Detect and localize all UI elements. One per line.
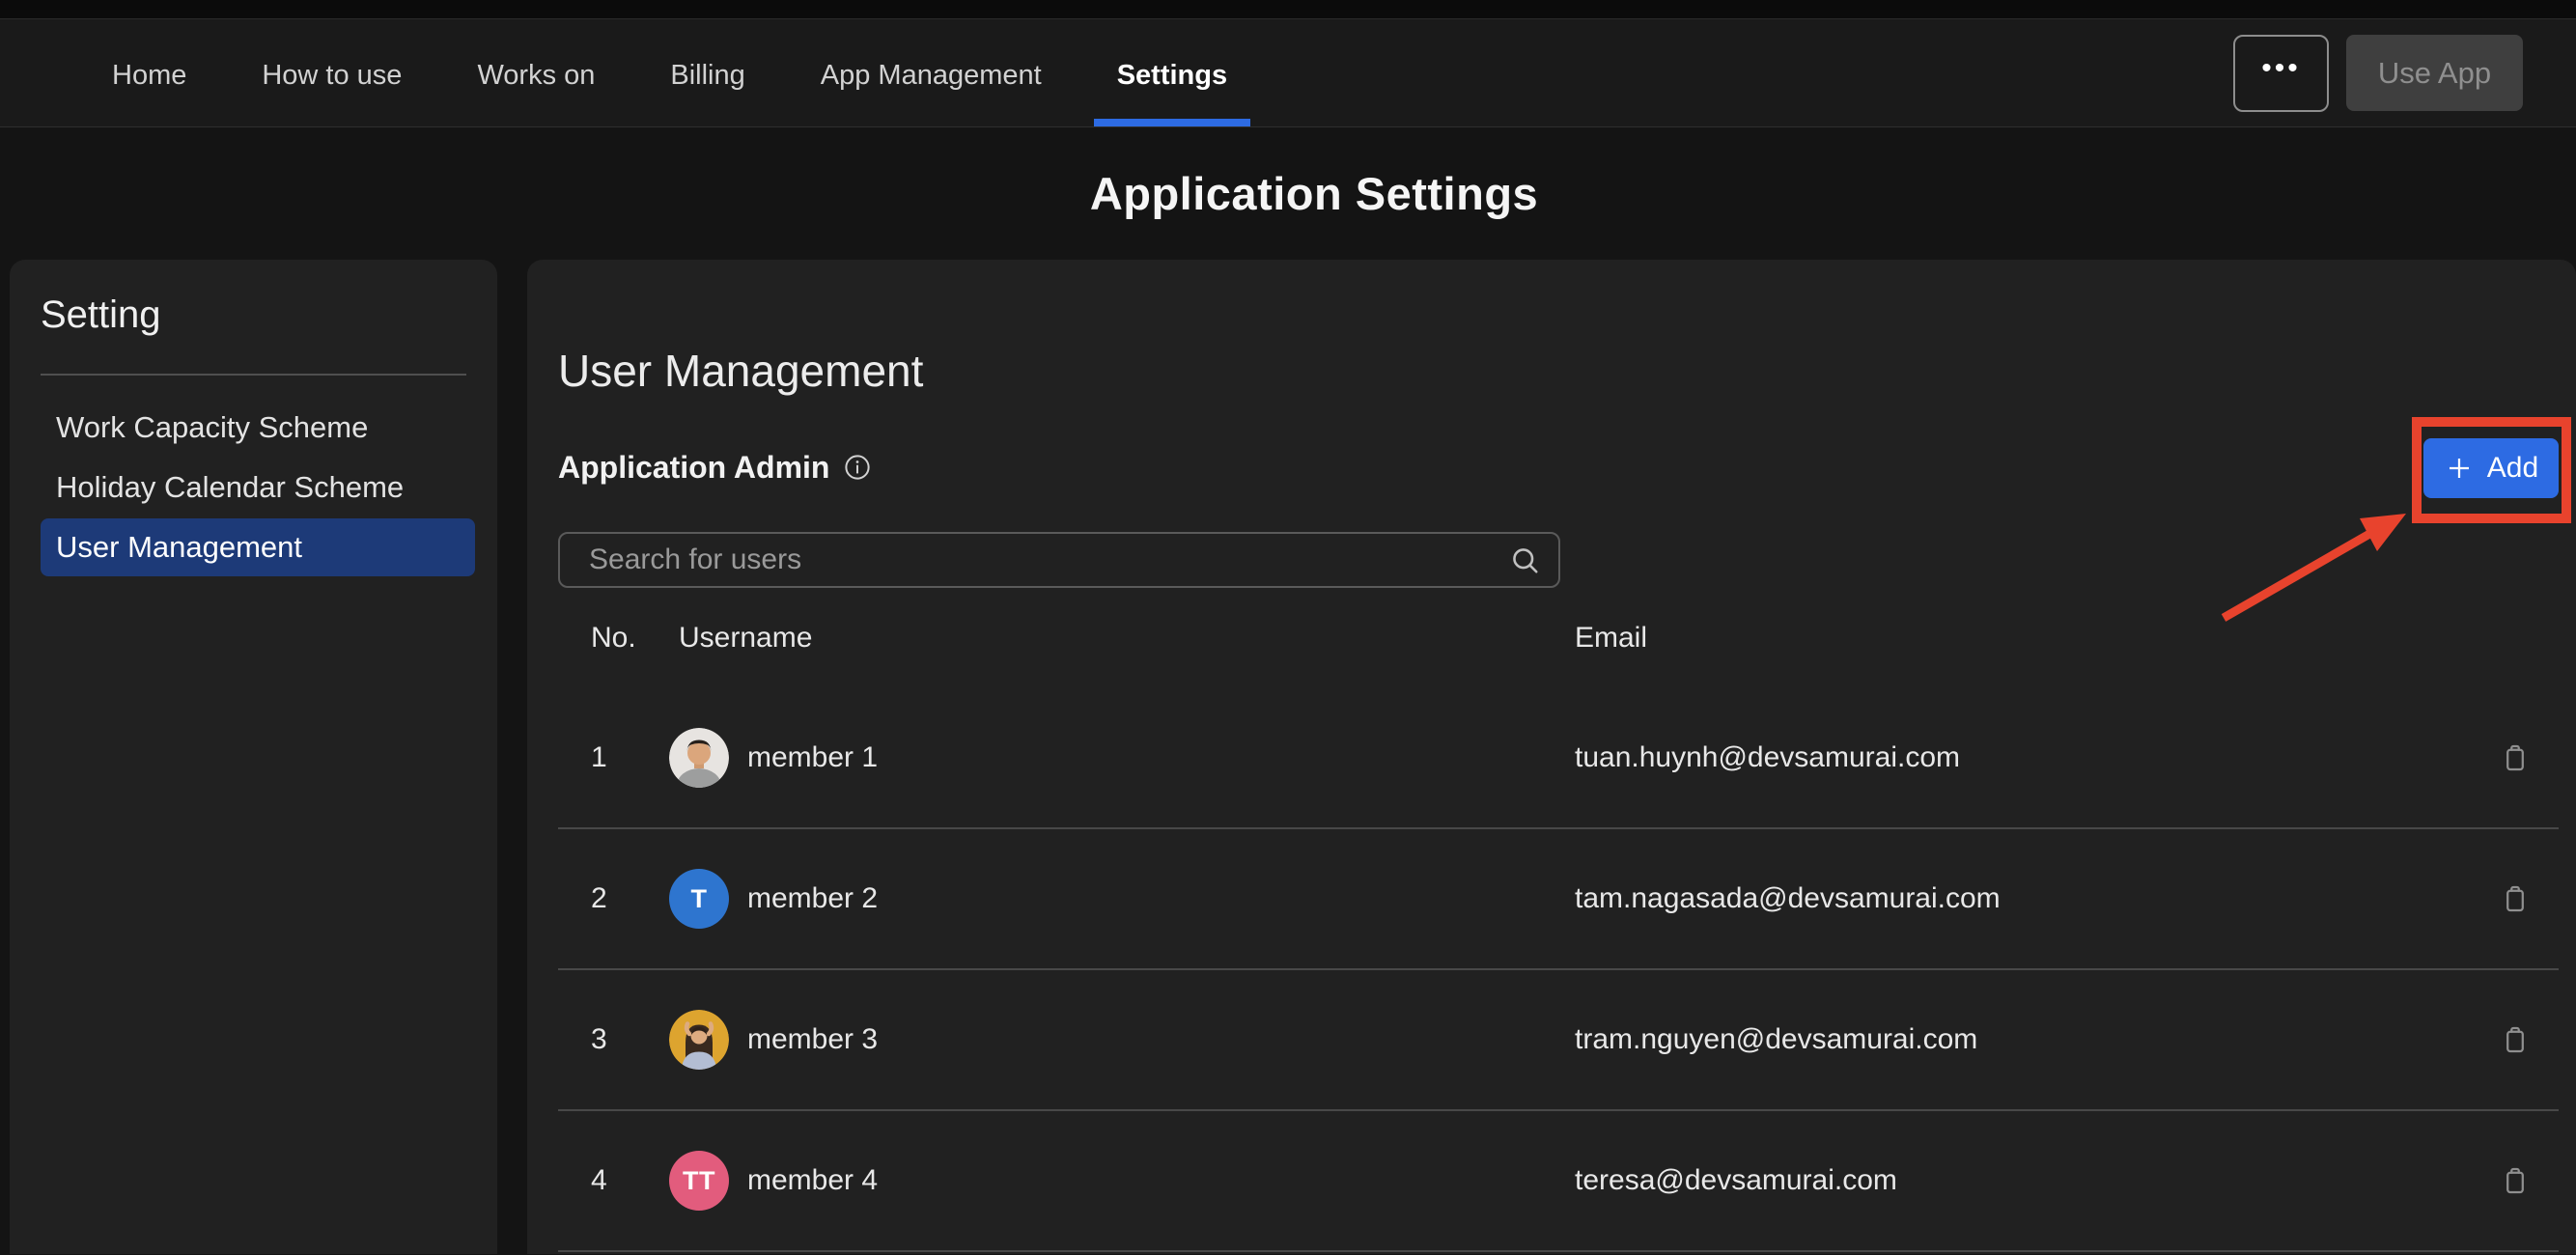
sidebar-item-label: User Management <box>56 530 302 565</box>
user-avatar <box>669 1010 729 1070</box>
nav-tab[interactable]: Works on <box>454 19 618 126</box>
user-management-panel: User Management Application Admin Add <box>527 260 2576 1254</box>
nav-tab[interactable]: Home <box>89 19 210 126</box>
row-number: 2 <box>558 882 669 915</box>
username-label: member 2 <box>747 882 878 915</box>
email-cell: teresa@devsamurai.com <box>1572 1164 2472 1197</box>
delete-user-button[interactable] <box>2494 878 2536 920</box>
row-number: 4 <box>558 1164 669 1197</box>
delete-user-button[interactable] <box>2494 737 2536 779</box>
admin-users-table: No. Username Email 1 <box>558 588 2559 1252</box>
search-input[interactable] <box>560 544 1558 576</box>
sidebar-item[interactable]: Holiday Calendar Scheme <box>41 459 475 516</box>
table-row: 4 TT member 4 teresa@devsamurai.com <box>558 1111 2559 1252</box>
page-title: Application Settings <box>1090 167 1538 220</box>
add-user-button[interactable]: Add <box>2423 438 2559 498</box>
email-cell: tam.nagasada@devsamurai.com <box>1572 882 2472 915</box>
nav-tab[interactable]: Billing <box>647 19 768 126</box>
row-actions-cell <box>2472 737 2559 779</box>
table-row: 3 member 3 tram.nguyen@devsamurai.com <box>558 970 2559 1111</box>
nav-tab-label: App Management <box>821 60 1042 92</box>
sidebar-item-label: Holiday Calendar Scheme <box>56 470 404 505</box>
nav-tabs: Home How to use Works on Billing App Man… <box>89 19 1250 126</box>
username-cell: member 3 <box>669 1010 1572 1070</box>
nav-tab-label: Home <box>112 60 186 92</box>
nav-tab[interactable]: App Management <box>798 19 1065 126</box>
add-button-label: Add <box>2487 452 2538 485</box>
email-cell: tram.nguyen@devsamurai.com <box>1572 1023 2472 1056</box>
trash-icon <box>2498 1163 2533 1198</box>
nav-tab[interactable]: Settings <box>1094 19 1250 126</box>
info-circle-icon[interactable] <box>843 453 872 482</box>
column-header-no: No. <box>558 622 669 655</box>
user-avatar: TT <box>669 1151 729 1211</box>
window-top-strip <box>0 0 2576 19</box>
sidebar-menu: Work Capacity Scheme Holiday Calendar Sc… <box>41 399 475 576</box>
top-navigation: Home How to use Works on Billing App Man… <box>0 19 2576 127</box>
nav-actions: ••• Use App <box>2233 19 2576 126</box>
row-actions-cell <box>2472 1018 2559 1061</box>
email-cell: tuan.huynh@devsamurai.com <box>1572 741 2472 774</box>
username-label: member 4 <box>747 1164 878 1197</box>
user-avatar: T <box>669 869 729 929</box>
user-avatar <box>669 728 729 788</box>
column-header-email: Email <box>1572 622 2472 655</box>
username-label: member 1 <box>747 741 878 774</box>
settings-sidebar: Setting Work Capacity Scheme Holiday Cal… <box>10 260 497 1254</box>
application-admin-row: Application Admin <box>558 450 2576 485</box>
ellipsis-icon: ••• <box>2261 52 2301 85</box>
row-number: 1 <box>558 741 669 774</box>
table-row: 2 T member 2 tam.nagasada@devsamurai.com <box>558 829 2559 970</box>
row-actions-cell <box>2472 878 2559 920</box>
trash-icon <box>2498 881 2533 916</box>
nav-tab-label: Settings <box>1117 60 1227 92</box>
trash-icon <box>2498 1022 2533 1057</box>
member-photo-man <box>669 728 729 788</box>
nav-tab-label: How to use <box>262 60 402 92</box>
application-admin-label: Application Admin <box>558 450 829 486</box>
use-app-button[interactable]: Use App <box>2346 35 2523 111</box>
annotation-arrow-head <box>2360 514 2406 551</box>
row-number: 3 <box>558 1023 669 1056</box>
nav-tab-label: Works on <box>477 60 595 92</box>
username-cell: member 1 <box>669 728 1572 788</box>
panel-heading: User Management <box>558 345 2576 397</box>
sidebar-item[interactable]: Work Capacity Scheme <box>41 399 475 457</box>
username-cell: T member 2 <box>669 869 1572 929</box>
title-row: Application Settings <box>0 127 2576 260</box>
username-label: member 3 <box>747 1023 878 1056</box>
row-actions-cell <box>2472 1159 2559 1202</box>
delete-user-button[interactable] <box>2494 1159 2536 1202</box>
sidebar-divider <box>41 374 466 376</box>
magnifier-icon[interactable] <box>1508 544 1543 578</box>
content-area: Setting Work Capacity Scheme Holiday Cal… <box>0 260 2576 1254</box>
table-row: 1 member 1 tuan.huynh@devsamurai.com <box>558 688 2559 829</box>
table-header-row: No. Username Email <box>558 588 2559 688</box>
nav-tab[interactable]: How to use <box>238 19 425 126</box>
user-search-box <box>558 532 1560 588</box>
member-photo-woman <box>669 1010 729 1070</box>
delete-user-button[interactable] <box>2494 1018 2536 1061</box>
nav-tab-label: Billing <box>670 60 744 92</box>
column-header-username: Username <box>669 622 1572 655</box>
trash-icon <box>2498 740 2533 775</box>
plus-icon <box>2444 453 2475 484</box>
sidebar-title: Setting <box>41 292 497 338</box>
sidebar-item[interactable]: User Management <box>41 518 475 576</box>
username-cell: TT member 4 <box>669 1151 1572 1211</box>
sidebar-item-label: Work Capacity Scheme <box>56 410 368 445</box>
table-body: 1 member 1 tuan.huynh@devsamurai.com <box>558 688 2559 1252</box>
more-options-button[interactable]: ••• <box>2233 35 2329 112</box>
app-root: Home How to use Works on Billing App Man… <box>0 0 2576 1254</box>
